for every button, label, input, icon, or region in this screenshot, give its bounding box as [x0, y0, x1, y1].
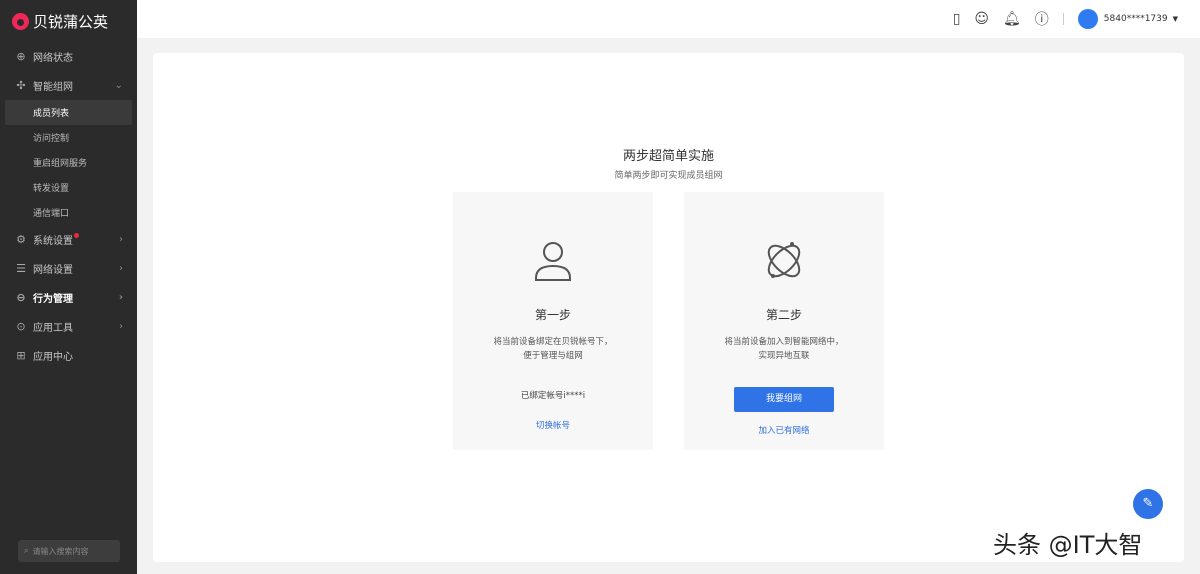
grid-icon: ⊞	[16, 349, 26, 362]
sliders-icon: ☰	[16, 262, 26, 275]
join-network-link[interactable]: 加入已有网络	[684, 424, 884, 436]
create-network-button[interactable]: 我要组网	[734, 387, 834, 412]
topbar: ▯ ☺ 🔔︎ ⓘ 5840****1739 ▼	[137, 0, 1200, 38]
main-panel: 两步超简单实施 简单两步即可实现成员组网 第一步 将当前设备绑定在贝锐帐号下， 便…	[153, 53, 1184, 562]
sidebar-sub-members[interactable]: 成员列表	[5, 100, 132, 125]
logo-icon	[12, 12, 29, 30]
desc-line: 实现异地互联	[758, 351, 810, 361]
label: 系统设置	[33, 236, 73, 247]
bound-account: 已绑定帐号i****i	[520, 391, 586, 401]
sidebar-item-system[interactable]: ⚙ 系统设置 ›	[0, 225, 137, 254]
chevron-right-icon: ›	[119, 234, 123, 245]
sidebar-sub-access[interactable]: 访问控制	[0, 125, 137, 150]
chevron-right-icon: ›	[119, 321, 123, 332]
search-placeholder: 请输入搜索内容	[32, 546, 89, 556]
sidebar-item-network-settings[interactable]: ☰ 网络设置 ›	[0, 254, 137, 283]
brand-name: 贝锐蒲公英	[33, 12, 109, 31]
search-icon: ⌕	[24, 546, 29, 555]
sidebar-sub-restart[interactable]: 重启组网服务	[0, 150, 137, 175]
chevron-right-icon: ›	[118, 292, 123, 303]
watermark: 头条 @IT大智	[993, 531, 1143, 559]
label: 行为管理	[33, 294, 73, 305]
notification-dot	[74, 233, 79, 238]
tools-icon: ⊙	[16, 320, 26, 333]
chevron-right-icon: ›	[119, 263, 123, 274]
search-input[interactable]: ⌕ 请输入搜索内容	[18, 540, 120, 562]
caret-down-icon: ▼	[1172, 15, 1178, 23]
edit-document-icon: ✎	[1142, 496, 1154, 511]
chevron-down-icon: ⌄	[114, 80, 123, 91]
avatar	[1077, 9, 1098, 29]
sidebar-item-behavior[interactable]: ⊖ 行为管理 ›	[0, 283, 137, 312]
desc-line: 便于管理与组网	[523, 351, 583, 361]
user-icon	[535, 242, 571, 281]
sidebar-item-app-center[interactable]: ⊞ 应用中心	[0, 341, 137, 370]
sidebar-sub-port[interactable]: 通信端口	[0, 200, 137, 225]
sidebar-item-network-status[interactable]: ⊕ 网络状态	[0, 42, 137, 71]
sidebar-sub-forward[interactable]: 转发设置	[0, 175, 137, 200]
behavior-icon: ⊖	[16, 291, 26, 304]
page-subtitle: 简单两步即可实现成员组网	[614, 171, 723, 181]
label: 网络状态	[33, 53, 73, 64]
sidebar: 贝锐蒲公英 ⊕ 网络状态 ✣ 智能组网 ⌄ 成员列表 访问控制 重启组网服务 转发设置…	[0, 0, 137, 574]
network-icon: ✣	[16, 79, 26, 92]
support-icon[interactable]: ☺	[974, 11, 989, 27]
step1-desc: 将当前设备绑定在贝锐帐号下， 便于管理与组网	[453, 335, 653, 363]
user-menu[interactable]: 5840****1739 ▼	[1077, 9, 1178, 29]
divider	[1062, 13, 1064, 25]
username: 5840****1739	[1103, 14, 1168, 24]
switch-account-link[interactable]: 切换帐号	[453, 419, 653, 431]
gear-icon: ⚙	[16, 233, 26, 246]
label: 应用工具	[33, 323, 73, 334]
label: 网络设置	[33, 265, 73, 276]
step2-desc: 将当前设备加入到智能网络中， 实现异地互联	[684, 335, 884, 363]
sidebar-item-tools[interactable]: ⊙ 应用工具 ›	[0, 312, 137, 341]
step2-title: 第二步	[765, 308, 802, 322]
phone-icon[interactable]: ▯	[953, 11, 961, 27]
help-icon[interactable]: ⓘ	[1035, 9, 1049, 29]
step2-card: 第二步 将当前设备加入到智能网络中， 实现异地互联 我要组网 加入已有网络	[684, 192, 884, 450]
label: 应用中心	[33, 352, 73, 363]
bell-icon[interactable]: 🔔︎	[1003, 11, 1021, 27]
orbit-icon	[767, 242, 801, 278]
logo[interactable]: 贝锐蒲公英	[0, 0, 137, 42]
sidebar-item-smart-network[interactable]: ✣ 智能组网 ⌄	[0, 71, 137, 100]
globe-icon: ⊕	[16, 50, 26, 63]
desc-line: 将当前设备加入到智能网络中，	[724, 337, 844, 347]
step1-title: 第一步	[534, 308, 571, 322]
page-title: 两步超简单实施	[622, 149, 714, 164]
label: 智能组网	[33, 82, 73, 93]
step1-card: 第一步 将当前设备绑定在贝锐帐号下， 便于管理与组网 已绑定帐号i****i 切换…	[453, 192, 653, 450]
desc-line: 将当前设备绑定在贝锐帐号下，	[493, 337, 613, 347]
feedback-button[interactable]: ✎	[1133, 489, 1163, 519]
